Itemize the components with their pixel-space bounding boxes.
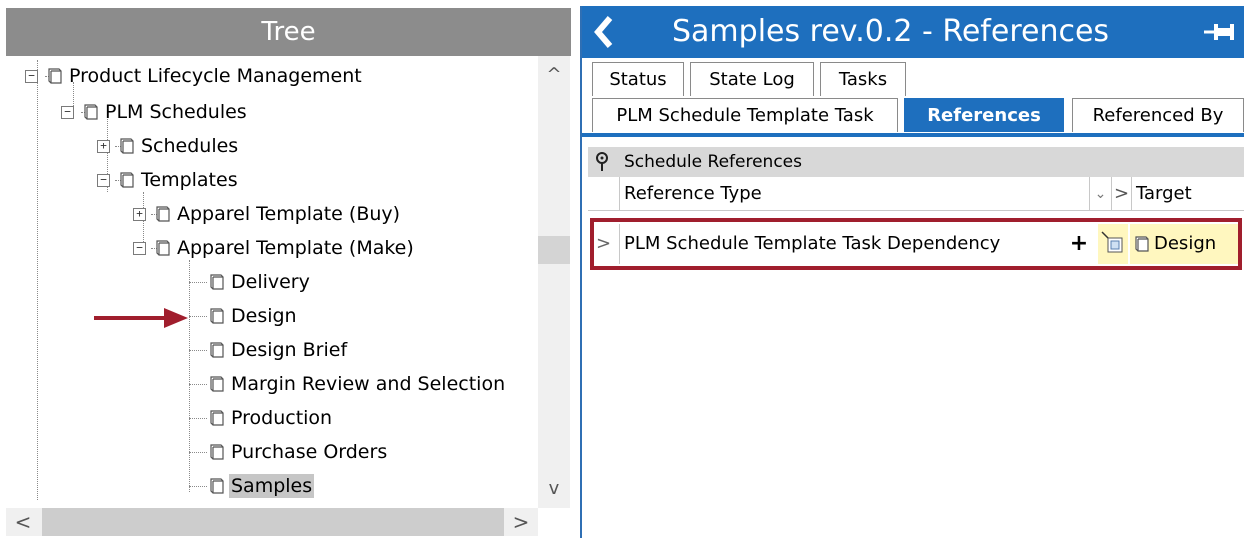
- item-icon: [207, 340, 225, 360]
- tree-item-label: Apparel Template (Buy): [177, 203, 401, 225]
- scroll-thumb[interactable]: [538, 236, 570, 264]
- column-header-label: Target: [1136, 183, 1192, 204]
- item-icon: [117, 136, 135, 156]
- tree-toggle-collapse[interactable]: −: [97, 174, 110, 187]
- tree-toggle-collapse[interactable]: −: [25, 70, 38, 83]
- tab-referenced-by[interactable]: Referenced By: [1072, 98, 1244, 132]
- panel-header: Samples rev.0.2 - References: [582, 6, 1244, 58]
- item-icon: [207, 476, 225, 496]
- tree-item-design[interactable]: Design: [207, 300, 299, 332]
- scroll-up-icon[interactable]: ^: [538, 60, 570, 90]
- item-icon: [45, 66, 63, 86]
- tree-item-label: Delivery: [231, 271, 310, 293]
- panel-title: Samples rev.0.2 - References: [672, 14, 1110, 49]
- tree-item-label: Schedules: [141, 135, 239, 157]
- tab-underline: [582, 133, 1244, 137]
- tree-item-apparel-template-buy[interactable]: Apparel Template (Buy): [153, 198, 402, 230]
- pin-icon[interactable]: [1202, 20, 1236, 44]
- tree-toggle-expand[interactable]: +: [133, 208, 146, 221]
- tree-item-samples[interactable]: Samples: [207, 470, 315, 502]
- item-icon: [207, 374, 225, 394]
- row-selector-header: [588, 177, 620, 211]
- item-icon: [153, 204, 171, 224]
- tree-item-label: Purchase Orders: [231, 441, 388, 463]
- tree-item-label: PLM Schedules: [105, 101, 247, 123]
- chevron-left-icon[interactable]: [588, 12, 620, 52]
- column-expand-icon[interactable]: >: [1112, 177, 1132, 211]
- item-icon: [207, 306, 225, 326]
- tree-item-production[interactable]: Production: [207, 402, 334, 434]
- tab-references[interactable]: References: [904, 98, 1064, 132]
- tab-tasks[interactable]: Tasks: [820, 62, 906, 96]
- column-header-reference-type[interactable]: Reference Type: [620, 177, 1090, 211]
- scroll-right-icon[interactable]: >: [506, 508, 536, 536]
- annotation-highlight-box: [590, 218, 1242, 270]
- tree-item-label: Samples: [229, 474, 315, 498]
- tree-vertical-scrollbar[interactable]: ^ v: [538, 56, 570, 508]
- tree-toggle-collapse[interactable]: −: [61, 106, 74, 119]
- tree-item-margin-review[interactable]: Margin Review and Selection: [207, 368, 507, 400]
- tree-body: − − + − + − Product Lifecycle Management…: [6, 56, 538, 508]
- tree-item-apparel-template-make[interactable]: Apparel Template (Make): [153, 232, 416, 264]
- item-icon: [207, 442, 225, 462]
- tab-plm-schedule-template-task[interactable]: PLM Schedule Template Task: [592, 98, 898, 132]
- tree-item-design-brief[interactable]: Design Brief: [207, 334, 349, 366]
- tree-title: Tree: [6, 8, 571, 56]
- tree-toggle-collapse[interactable]: −: [133, 242, 146, 255]
- tree-item-plm-schedules[interactable]: PLM Schedules: [81, 96, 249, 128]
- tree-item-label: Design: [231, 305, 297, 327]
- tree-item-templates[interactable]: Templates: [117, 164, 240, 196]
- tree-item-schedules[interactable]: Schedules: [117, 130, 240, 162]
- tree-toggle-expand[interactable]: +: [97, 140, 110, 153]
- tab-state-log[interactable]: State Log: [690, 62, 814, 96]
- tree-item-delivery[interactable]: Delivery: [207, 266, 312, 298]
- item-icon: [153, 238, 171, 258]
- column-header-label: Reference Type: [624, 183, 762, 204]
- scroll-thumb[interactable]: [42, 508, 504, 536]
- item-icon: [81, 102, 99, 122]
- tree-item-label: Apparel Template (Make): [177, 237, 414, 259]
- section-header[interactable]: Schedule References: [588, 147, 1244, 177]
- tree-item-product-lifecycle-management[interactable]: Product Lifecycle Management: [45, 60, 364, 92]
- tree-item-label: Product Lifecycle Management: [69, 65, 362, 87]
- annotation-arrow-icon: [94, 306, 190, 334]
- scroll-down-icon[interactable]: v: [538, 474, 570, 504]
- filter-pin-icon[interactable]: [594, 151, 610, 173]
- tree-item-label: Design Brief: [231, 339, 348, 361]
- chevron-down-icon[interactable]: ⌄: [1090, 177, 1112, 211]
- tab-status[interactable]: Status: [592, 62, 684, 96]
- section-title: Schedule References: [624, 152, 802, 172]
- item-icon: [117, 170, 135, 190]
- references-panel: Samples rev.0.2 - References Status Stat…: [580, 6, 1244, 538]
- tree-item-label: Templates: [141, 169, 238, 191]
- tree-item-purchase-orders[interactable]: Purchase Orders: [207, 436, 389, 468]
- column-header-target[interactable]: Target: [1132, 177, 1244, 211]
- item-icon: [207, 272, 225, 292]
- scroll-left-icon[interactable]: <: [8, 508, 38, 536]
- tree-item-label: Production: [231, 407, 333, 429]
- tree-panel: Tree − − + − + − Product Lifecycle Manag…: [0, 0, 574, 538]
- tree-item-label: Margin Review and Selection: [231, 373, 506, 395]
- item-icon: [207, 408, 225, 428]
- tree-horizontal-scrollbar[interactable]: < >: [6, 508, 538, 536]
